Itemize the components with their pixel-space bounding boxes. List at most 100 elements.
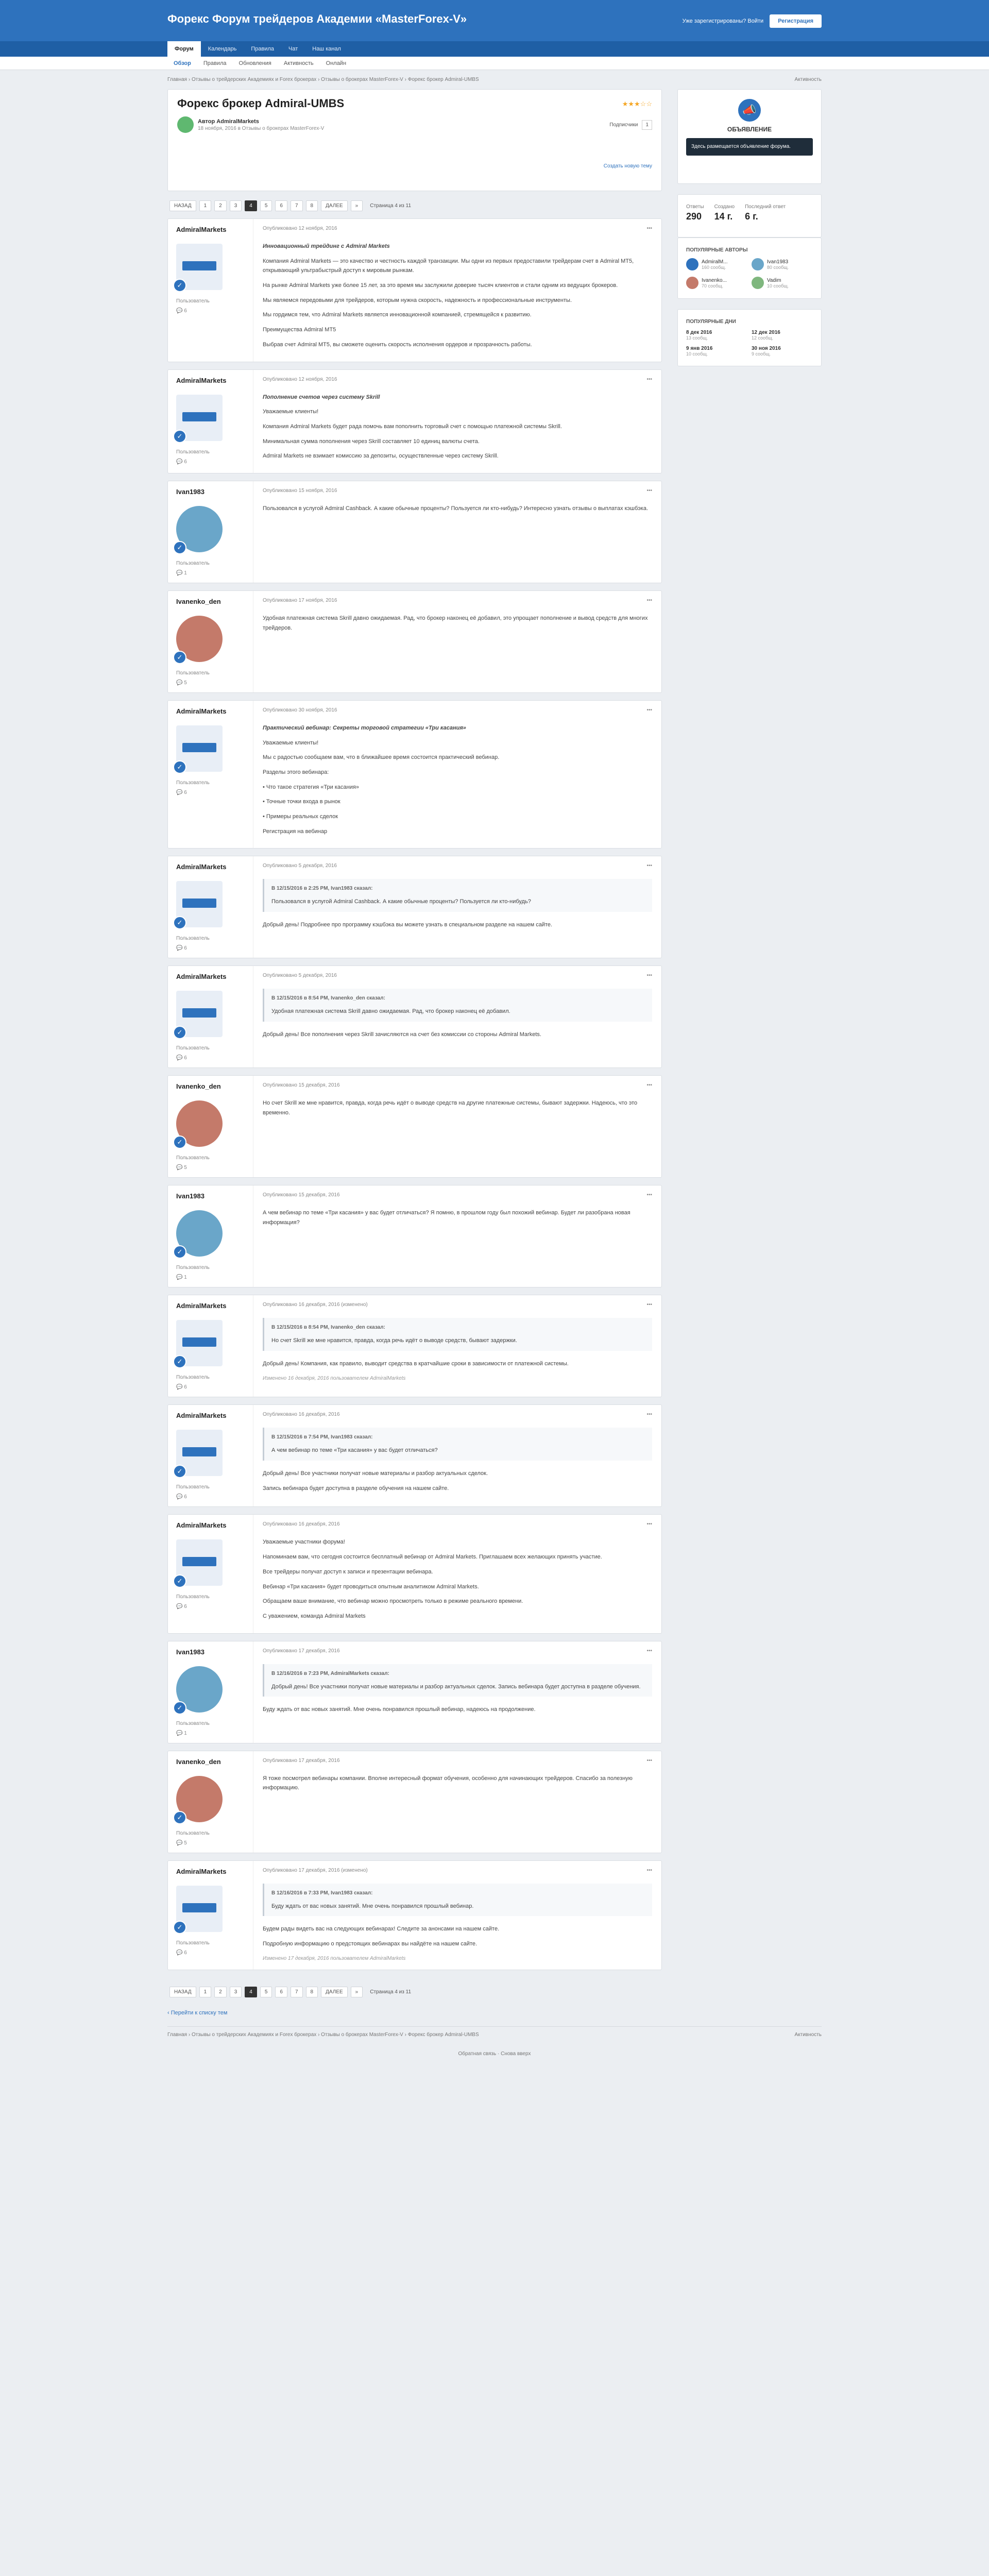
page-button[interactable]: 6	[275, 200, 287, 211]
post-date[interactable]: Опубликовано 12 ноября, 2016	[263, 377, 337, 382]
more-options-icon[interactable]: •••	[646, 1302, 652, 1308]
more-options-icon[interactable]: •••	[646, 707, 652, 713]
subnav-updates[interactable]: Обновления	[233, 57, 278, 70]
nav-channel[interactable]: Наш канал	[305, 41, 348, 57]
breadcrumb-path[interactable]: Главная › Отзывы о трейдерских Академиях…	[167, 77, 479, 82]
nav-chat[interactable]: Чат	[281, 41, 305, 57]
activity-link[interactable]: Активность	[794, 77, 822, 82]
more-options-icon[interactable]: •••	[646, 598, 652, 603]
page-button[interactable]: 2	[214, 1986, 227, 1997]
popular-day-date[interactable]: 9 янв 2016	[686, 346, 747, 351]
prev-page-button[interactable]: НАЗАД	[169, 1986, 196, 1997]
page-button[interactable]: 1	[199, 1986, 212, 1997]
avatar[interactable]: ✓	[173, 615, 223, 664]
create-topic-link[interactable]: Создать новую тему	[604, 163, 652, 169]
post-date[interactable]: Опубликовано 30 ноября, 2016	[263, 707, 337, 713]
avatar[interactable]: ✓	[173, 505, 223, 554]
more-options-icon[interactable]: •••	[646, 1412, 652, 1417]
more-options-icon[interactable]: •••	[646, 377, 652, 382]
author-name[interactable]: AdmiralMarkets	[176, 707, 245, 715]
author-name[interactable]: AdmiralMarkets	[176, 973, 245, 980]
page-button[interactable]: 7	[290, 1986, 303, 1997]
more-options-icon[interactable]: •••	[646, 1082, 652, 1088]
page-button[interactable]: 2	[214, 200, 227, 211]
author-name[interactable]: AdmiralMarkets	[176, 377, 245, 384]
page-button[interactable]: 1	[199, 200, 212, 211]
nav-calendar[interactable]: Календарь	[201, 41, 244, 57]
author-name[interactable]: AdmiralMarkets	[176, 1868, 245, 1875]
popular-author-name[interactable]: Ivanenko...	[702, 278, 727, 283]
avatar[interactable]: ✓	[173, 244, 223, 292]
popular-day[interactable]: 12 дек 2016 12 сообщ.	[752, 330, 813, 341]
quote-header[interactable]: В 12/15/2016 в 8:54 PM, Ivanenko_den ска…	[271, 994, 645, 1003]
quote-header[interactable]: В 12/16/2016 в 7:23 PM, AdmiralMarkets с…	[271, 1669, 645, 1678]
popular-day[interactable]: 8 дек 2016 13 сообщ.	[686, 330, 747, 341]
more-options-icon[interactable]: •••	[646, 863, 652, 869]
more-options-icon[interactable]: •••	[646, 973, 652, 978]
topic-author[interactable]: Автор AdmiralMarkets	[198, 118, 259, 125]
popular-author-name[interactable]: AdmiralM...	[702, 259, 728, 265]
next-page-button[interactable]: ДАЛЕЕ	[321, 1986, 348, 1997]
last-page-button[interactable]: »	[350, 1986, 363, 1997]
post-date[interactable]: Опубликовано 17 декабря, 2016	[263, 1648, 340, 1654]
avatar[interactable]: ✓	[173, 394, 223, 443]
avatar[interactable]	[686, 258, 698, 270]
last-page-button[interactable]: »	[350, 200, 363, 211]
avatar[interactable]: ✓	[173, 1210, 223, 1259]
site-footer[interactable]: Обратная связь · Снова вверх	[167, 2043, 822, 2072]
post-date[interactable]: Опубликовано 15 декабря, 2016	[263, 1192, 340, 1198]
author-name[interactable]: Ivan1983	[176, 1192, 245, 1200]
page-info[interactable]: Страница 4 из 11	[366, 201, 415, 211]
popular-author[interactable]: Ivan1983 80 сообщ.	[752, 258, 813, 270]
avatar[interactable]: ✓	[173, 1100, 223, 1149]
page-button[interactable]: 5	[260, 200, 272, 211]
quote-header[interactable]: В 12/15/2016 в 2:25 PM, Ivan1983 сказал:	[271, 884, 645, 893]
subnav-overview[interactable]: Обзор	[167, 57, 197, 70]
subnav-activity[interactable]: Активность	[278, 57, 320, 70]
post-date[interactable]: Опубликовано 16 декабря, 2016	[263, 1412, 340, 1417]
avatar[interactable]: ✓	[173, 725, 223, 774]
popular-day-date[interactable]: 8 дек 2016	[686, 330, 747, 335]
author-name[interactable]: AdmiralMarkets	[176, 226, 245, 233]
avatar[interactable]: ✓	[173, 881, 223, 930]
post-date[interactable]: Опубликовано 16 декабря, 2016	[263, 1521, 340, 1527]
page-button[interactable]: 8	[305, 200, 318, 211]
avatar[interactable]: ✓	[173, 991, 223, 1040]
post-date[interactable]: Опубликовано 5 декабря, 2016	[263, 863, 337, 869]
page-button[interactable]: 3	[229, 1986, 242, 1997]
avatar[interactable]: ✓	[173, 1320, 223, 1369]
post-date[interactable]: Опубликовано 15 ноября, 2016	[263, 488, 337, 494]
subnav-online[interactable]: Онлайн	[320, 57, 352, 70]
post-date[interactable]: Опубликовано 15 декабря, 2016	[263, 1082, 340, 1088]
popular-day-date[interactable]: 30 ноя 2016	[752, 346, 813, 351]
author-name[interactable]: AdmiralMarkets	[176, 1521, 245, 1529]
page-button[interactable]: 4	[245, 200, 257, 211]
avatar[interactable]: ✓	[173, 1539, 223, 1588]
avatar[interactable]	[177, 116, 194, 133]
page-button[interactable]: 8	[305, 1986, 318, 1997]
prev-page-button[interactable]: НАЗАД	[169, 200, 196, 211]
avatar[interactable]	[752, 277, 764, 289]
more-options-icon[interactable]: •••	[646, 1758, 652, 1764]
popular-day[interactable]: 9 янв 2016 10 сообщ.	[686, 346, 747, 357]
author-name[interactable]: Ivanenko_den	[176, 598, 245, 605]
avatar[interactable]	[686, 277, 698, 289]
author-name[interactable]: Ivanenko_den	[176, 1082, 245, 1090]
popular-day[interactable]: 30 ноя 2016 9 сообщ.	[752, 346, 813, 357]
author-name[interactable]: AdmiralMarkets	[176, 863, 245, 871]
popular-author[interactable]: AdmiralM... 160 сообщ.	[686, 258, 747, 270]
page-button[interactable]: 6	[275, 1986, 287, 1997]
more-options-icon[interactable]: •••	[646, 1868, 652, 1873]
author-name[interactable]: AdmiralMarkets	[176, 1302, 245, 1310]
page-button[interactable]: 5	[260, 1986, 272, 1997]
author-name[interactable]: Ivan1983	[176, 488, 245, 496]
back-to-topics-link[interactable]: ‹ Перейти к списку тем	[167, 2005, 662, 2026]
popular-author-name[interactable]: Vadim	[767, 278, 789, 283]
more-options-icon[interactable]: •••	[646, 1521, 652, 1527]
more-options-icon[interactable]: •••	[646, 1648, 652, 1654]
quote-header[interactable]: В 12/15/2016 в 7:54 PM, Ivan1983 сказал:	[271, 1433, 645, 1442]
popular-day-date[interactable]: 12 дек 2016	[752, 330, 813, 335]
popular-author[interactable]: Ivanenko... 70 сообщ.	[686, 277, 747, 289]
subscribe-button[interactable]: Подписчики	[609, 122, 638, 128]
rating-stars[interactable]: ★★★☆☆	[622, 100, 652, 108]
